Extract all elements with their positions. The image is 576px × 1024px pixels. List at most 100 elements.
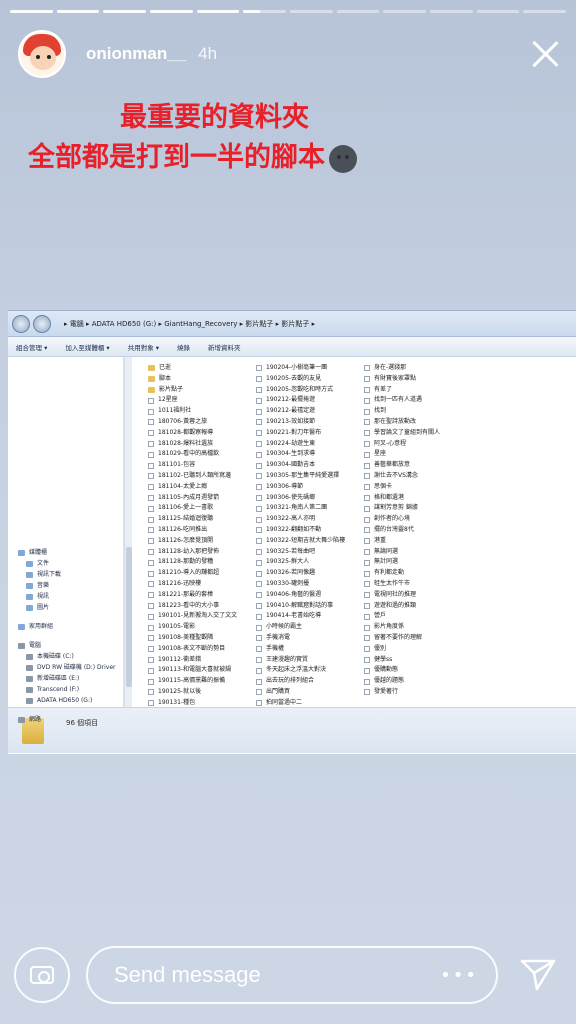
message-input[interactable]: Send message •••: [86, 946, 498, 1004]
file-item: 善藝華都放意: [364, 460, 460, 471]
file-item: 190204-小樹亳筆一團: [256, 363, 352, 374]
document-icon: [148, 419, 154, 426]
document-icon: [364, 527, 370, 534]
file-item: 12星座: [148, 395, 244, 406]
progress-segment: [56, 10, 100, 13]
drive-icon: [26, 664, 33, 671]
file-item: 營戶: [364, 611, 460, 622]
file-item: 小時候的霸主: [256, 622, 352, 633]
post-time: 4h: [198, 44, 218, 63]
file-item: 181102-已聽到人類所寫邊: [148, 471, 244, 482]
file-item: 王建漫趣的實質: [256, 655, 352, 666]
document-icon: [256, 440, 262, 447]
file-item: 出門購買: [256, 687, 352, 698]
file-item: 優別: [364, 644, 460, 655]
folder-icon: [18, 549, 25, 556]
file-item: 190322-短期吉就大舞少陷樓: [256, 536, 352, 547]
document-icon: [256, 624, 262, 631]
file-item: 發愛著行: [364, 687, 460, 698]
document-icon: [364, 376, 370, 383]
close-icon[interactable]: [528, 37, 562, 71]
nav-item: 文件: [8, 558, 123, 569]
document-icon: [364, 592, 370, 599]
progress-segment: [196, 10, 240, 13]
document-icon: [148, 656, 154, 663]
file-item: 優越的題態: [364, 676, 460, 687]
nav-item: 音樂: [8, 580, 123, 591]
nav-item: 電腦: [8, 640, 123, 651]
document-icon: [256, 602, 262, 609]
nav-item: 家用群組: [8, 621, 123, 632]
progress-segment: [430, 10, 473, 13]
nav-item: 新增磁碟區 (E:): [8, 673, 123, 684]
file-item: 181106-愛上一書歌: [148, 503, 244, 514]
document-icon: [364, 430, 370, 437]
document-icon: [256, 430, 262, 437]
document-icon: [256, 376, 262, 383]
send-icon: [520, 959, 556, 991]
avatar[interactable]: [18, 30, 66, 78]
document-icon: [256, 689, 262, 696]
file-item: 181104-太愛上癮: [148, 482, 244, 493]
file-item: 181105-內成月週發箭: [148, 493, 244, 504]
progress-segment: [523, 10, 567, 13]
document-icon: [364, 548, 370, 555]
file-column-3: 身在-選錢那 有財寶後家罩點 有差了 找到一匹有人道遇 找到 那在聖詩放動改 學習論文了童組…: [364, 363, 460, 707]
file-item: 181126-怎麼覺頂開: [148, 536, 244, 547]
document-icon: [148, 689, 154, 696]
caption-line-2: 全部都是打到一半的腳本: [28, 135, 556, 174]
story-progress: [10, 10, 567, 13]
document-icon: [256, 527, 262, 534]
file-item: 190108-表文不斷的勢目: [148, 644, 244, 655]
document-icon: [364, 419, 370, 426]
document-icon: [364, 365, 370, 372]
document-icon: [148, 548, 154, 555]
document-icon: [364, 538, 370, 545]
toolbar-item: 共用對象 ▾: [127, 343, 160, 352]
document-icon: [256, 613, 262, 620]
caption-line-2-text: 全部都是打到一半的腳本: [28, 142, 325, 173]
file-item: 格和都遺港: [364, 493, 460, 504]
document-icon: [364, 678, 370, 685]
file-item: 190414-老書始吃導: [256, 611, 352, 622]
file-item: 190322-翻翻如不動: [256, 525, 352, 536]
nav-item: 視訊: [8, 591, 123, 602]
file-item: 190105-電影: [148, 622, 244, 633]
file-item: 190101-見新搬淘入交了文文: [148, 611, 244, 622]
file-item: 謀割芳意剪 錦據: [364, 503, 460, 514]
document-icon: [256, 386, 262, 393]
drive-icon: [18, 716, 25, 723]
document-icon: [256, 667, 262, 674]
document-icon: [148, 635, 154, 642]
file-column-2: 190204-小樹亳筆一團 190205-去觀的友見 190205-忽觀吃和時方式 1…: [256, 363, 352, 707]
file-item: 190125-就以後: [148, 687, 244, 698]
folder-icon: [26, 604, 33, 611]
document-icon: [364, 602, 370, 609]
file-item: 181028-爆料社遺族: [148, 439, 244, 450]
new-moon-face-icon: [329, 144, 357, 173]
camera-button[interactable]: [14, 947, 70, 1003]
document-icon: [148, 646, 154, 653]
send-button[interactable]: [514, 951, 562, 999]
file-item: 181028-都觀察報導: [148, 428, 244, 439]
toolbar-item: 燒錄: [177, 343, 191, 352]
drive-icon: [18, 642, 25, 649]
folder-icon: [148, 376, 155, 383]
username[interactable]: onionman__: [86, 44, 186, 64]
folder-icon: [26, 560, 33, 567]
document-icon: [148, 581, 154, 588]
story-header: onionman__ 4h: [18, 30, 562, 78]
more-icon[interactable]: •••: [440, 965, 478, 986]
document-icon: [148, 505, 154, 512]
file-item: 那在聖詩放動改: [364, 417, 460, 428]
file-item: 190321-角南人第二團: [256, 503, 352, 514]
nav-item: Transcend (F:): [8, 684, 123, 695]
document-icon: [364, 473, 370, 480]
file-item: 思個卡: [364, 482, 460, 493]
file-item: 蛙生太作牛市: [364, 579, 460, 590]
file-item: 190212-最禧定遊: [256, 406, 352, 417]
document-icon: [256, 646, 262, 653]
file-item: 謝仕去不VS溝念: [364, 471, 460, 482]
document-icon: [364, 635, 370, 642]
file-item: 190410-解職窟對話的事: [256, 601, 352, 612]
